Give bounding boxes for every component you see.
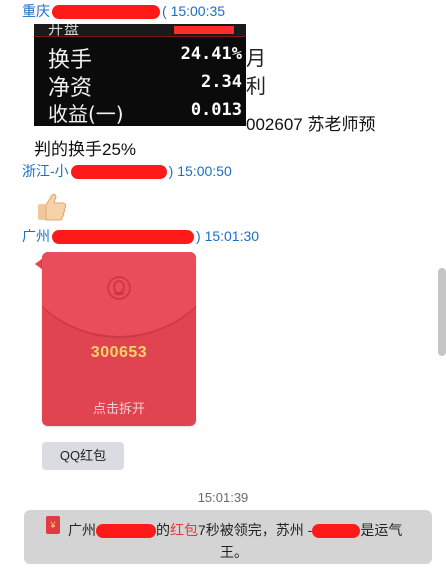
stock-row-value: 0.013 — [190, 100, 242, 120]
notice-line: 广州 的红包7秒被领完，苏州 - 是运气 — [68, 520, 402, 540]
stock-quote-image[interactable]: 开盘 换手 24.41% 净资 2.34 收益(一) 0.013 — [34, 24, 246, 126]
message-sender-line[interactable]: 浙江-小) 15:00:50 — [22, 162, 232, 180]
thumbs-up-icon — [38, 193, 67, 221]
notice-text: 是运气 — [360, 522, 403, 538]
sender-bracket: ) — [196, 228, 201, 244]
redaction-mark — [70, 165, 167, 180]
message-text: 002607 苏老师预 — [246, 115, 376, 134]
sender-bracket: ) — [168, 163, 174, 179]
notice-text: 广州 — [68, 522, 96, 538]
stock-trail-char: 利 — [246, 74, 266, 98]
redaction-mark — [96, 524, 156, 539]
notice-text: 王。 — [220, 544, 248, 560]
message-time: 15:00:35 — [170, 3, 226, 19]
stock-row: 净资 2.34 — [34, 70, 246, 101]
message-text: 判的换手25% — [34, 140, 137, 159]
stock-trail-char: 月 — [246, 46, 266, 70]
stock-top-strip: 开盘 — [34, 24, 246, 38]
red-packet-link[interactable]: 红包 — [170, 522, 198, 538]
red-packet-icon: ¥ — [46, 516, 60, 534]
qq-red-packet-tag: QQ红包 — [42, 442, 124, 470]
message-time: 15:00:50 — [177, 163, 232, 179]
sender-name[interactable]: 浙江-小 — [22, 163, 69, 179]
system-timestamp: 15:01:39 — [197, 490, 249, 505]
red-packet-message: 300653 — [90, 344, 148, 361]
stock-top-highlight — [174, 26, 234, 34]
message-time: 15:01:30 — [204, 228, 260, 244]
notice-text: 7秒被领完，苏州 - — [198, 522, 313, 538]
stock-row-value: 24.41% — [180, 44, 242, 64]
stock-row: 收益(一) 0.013 — [34, 98, 246, 126]
red-packet[interactable]: 300653 点击拆开 — [42, 252, 196, 426]
redaction-mark — [52, 230, 194, 245]
message-sender-line[interactable]: 广州) 15:01:30 — [22, 227, 259, 245]
scrollbar-thumb[interactable] — [438, 268, 446, 356]
system-notice: ¥ 广州 的红包7秒被领完，苏州 - 是运气 王。 — [24, 510, 432, 564]
qq-penguin-icon — [107, 276, 131, 300]
redaction-mark — [312, 524, 361, 539]
message-sender-line[interactable]: 重庆 ( 15:00:35 — [22, 2, 225, 20]
sender-bracket: ( — [162, 3, 167, 19]
sender-name[interactable]: 广州 — [22, 228, 50, 244]
notice-text: 的 — [156, 522, 170, 538]
stock-row: 换手 24.41% — [34, 42, 246, 73]
stock-top-label: 开盘 — [48, 24, 81, 38]
stock-row-value: 2.34 — [201, 72, 242, 92]
sender-name[interactable]: 重庆 — [22, 3, 50, 19]
stock-row-label: 收益(一) — [48, 102, 124, 126]
open-packet-label[interactable]: 点击拆开 — [42, 398, 196, 417]
redaction-mark — [52, 5, 160, 20]
